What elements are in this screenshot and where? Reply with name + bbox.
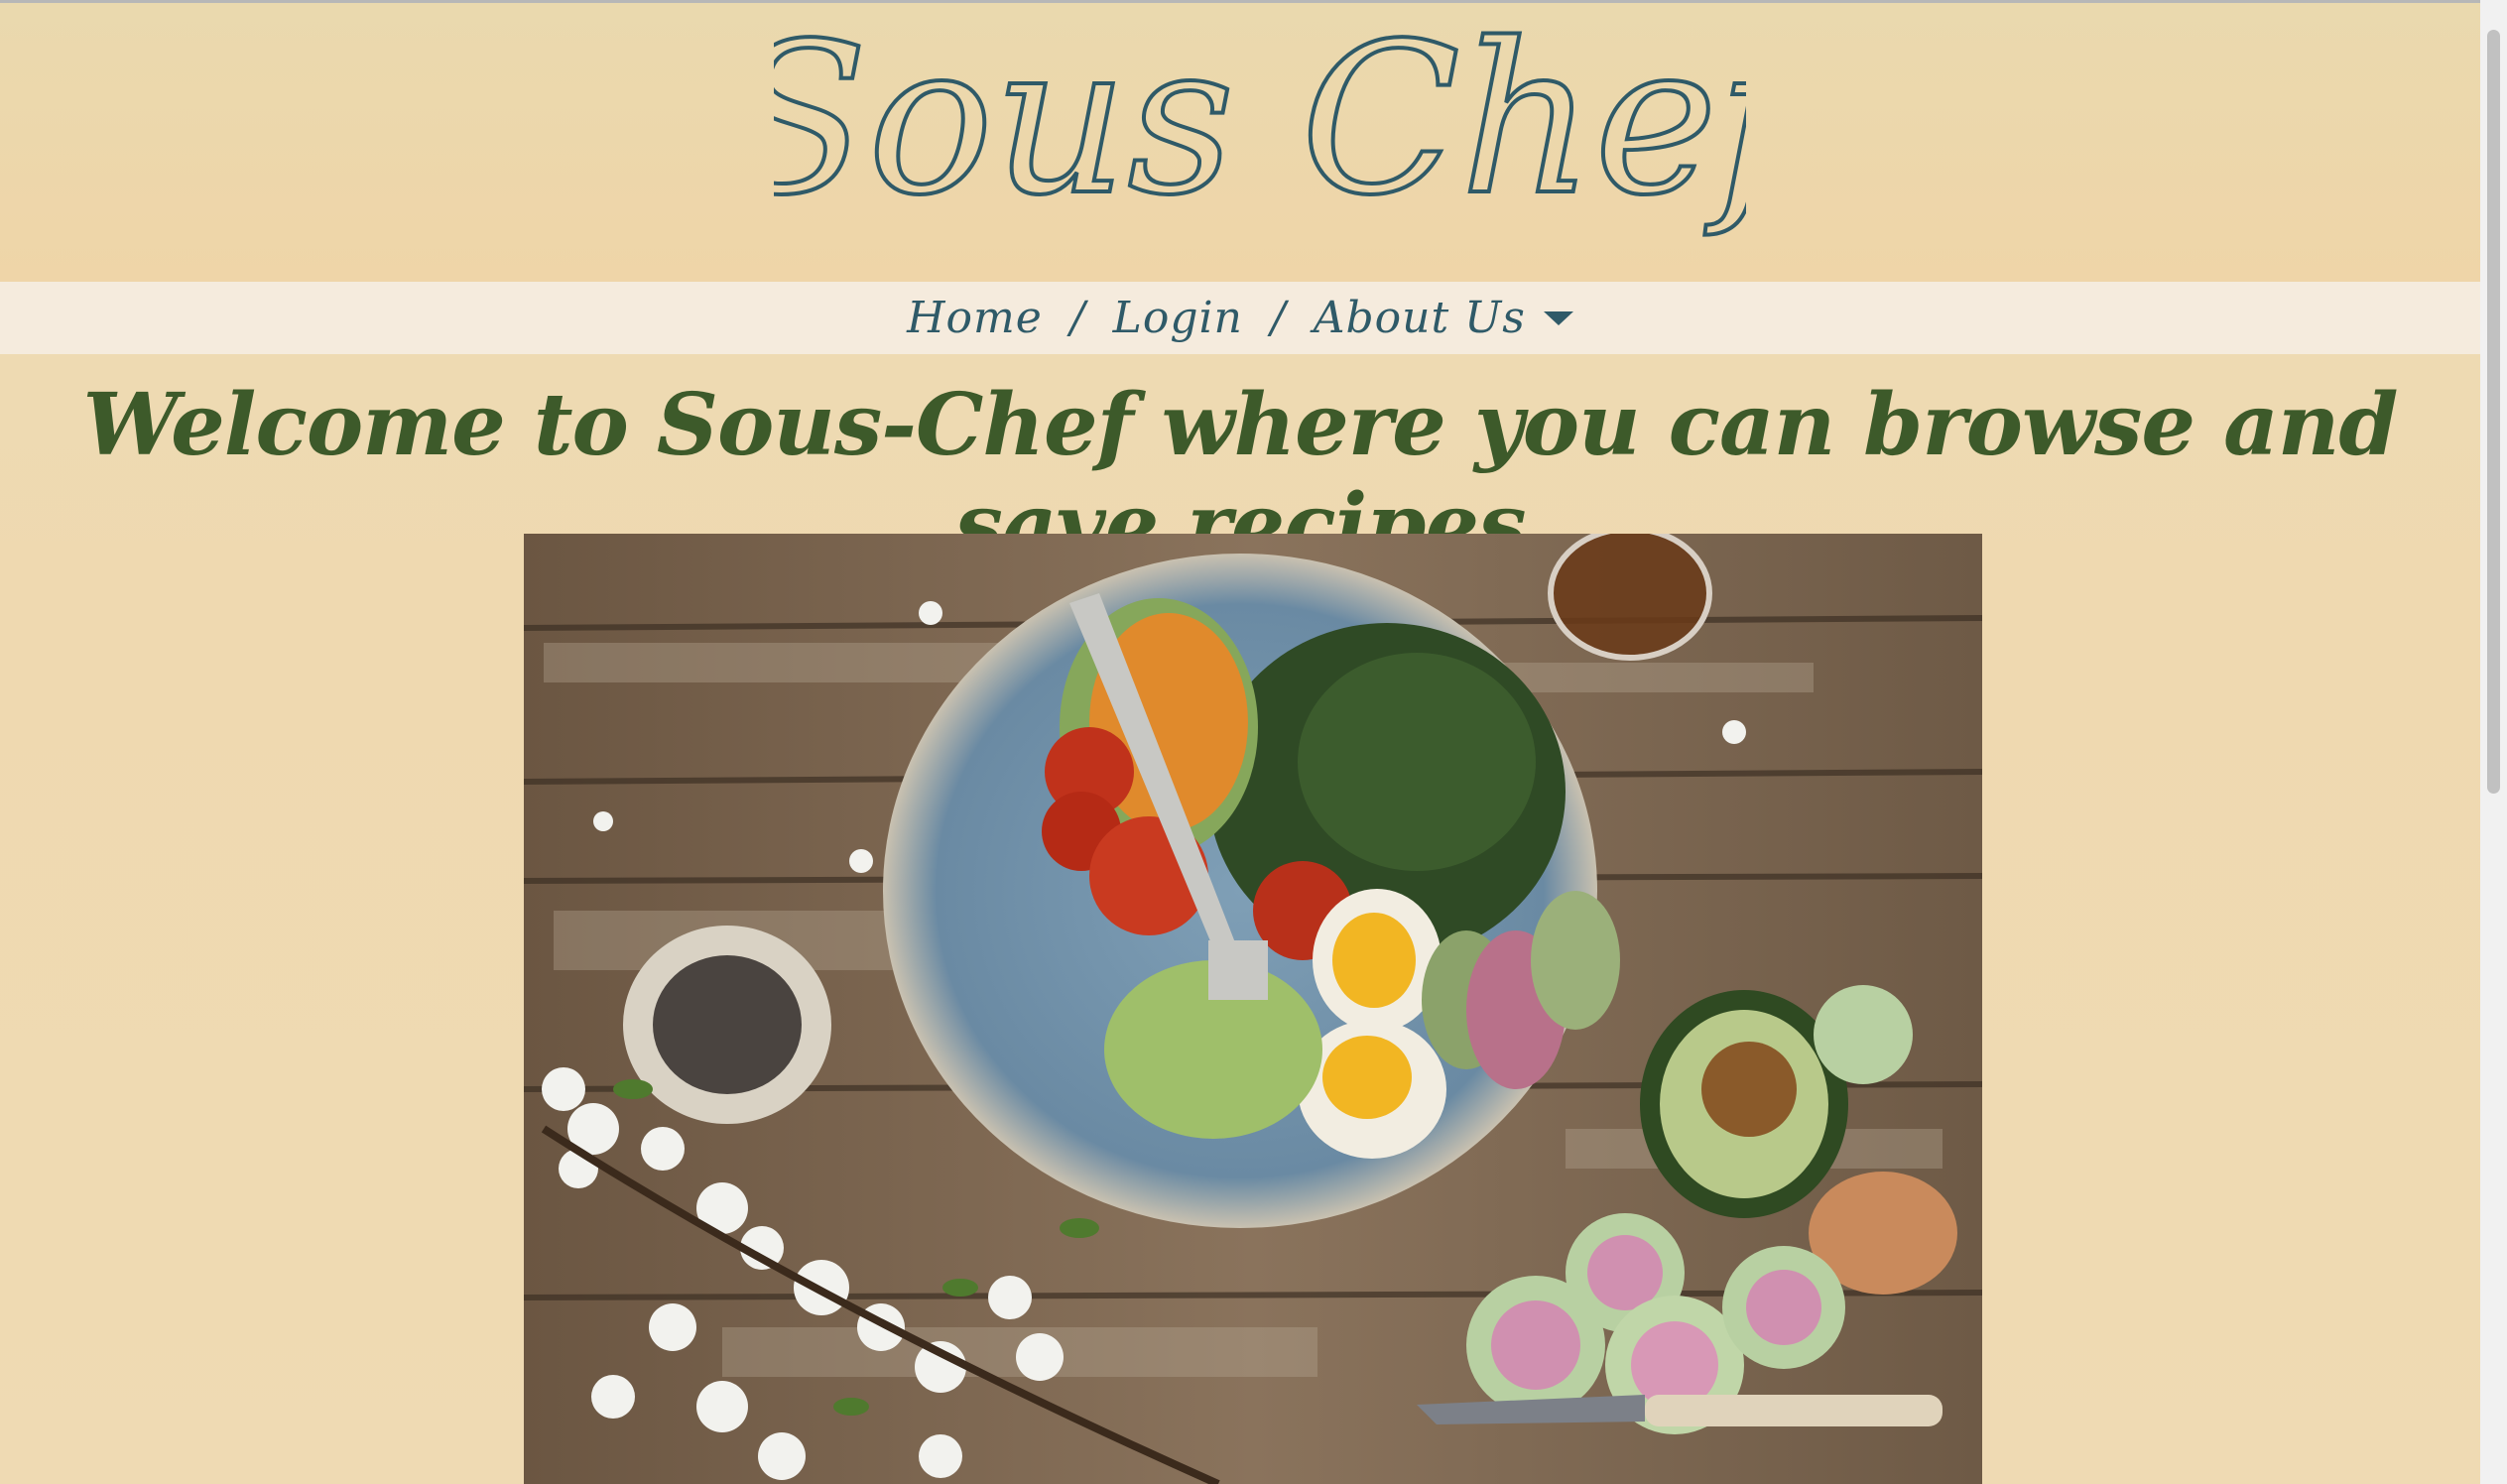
scrollbar-thumb[interactable]	[2487, 30, 2500, 794]
hero-image	[524, 534, 1982, 1484]
caret-down-icon[interactable]	[1543, 310, 1573, 325]
logo-text: Sous Chef	[774, 3, 1746, 241]
food-bowl-photo-icon	[524, 534, 1982, 1484]
vertical-scrollbar[interactable]	[2480, 0, 2507, 1484]
nav-login-link[interactable]: Login	[1113, 293, 1243, 343]
nav-about-dropdown[interactable]: About Us	[1314, 293, 1573, 343]
nav-about-link[interactable]: About Us	[1314, 293, 1526, 343]
page: Sous Chef Home / Login / About Us Welcom…	[0, 0, 2507, 1484]
nav-separator: /	[1270, 293, 1286, 343]
nav-separator: /	[1069, 293, 1085, 343]
site-logo[interactable]: Sous Chef	[774, 3, 1746, 282]
site-header: Sous Chef	[0, 3, 2480, 282]
main-nav: Home / Login / About Us	[0, 282, 2480, 354]
nav-home-link[interactable]: Home	[907, 293, 1043, 343]
